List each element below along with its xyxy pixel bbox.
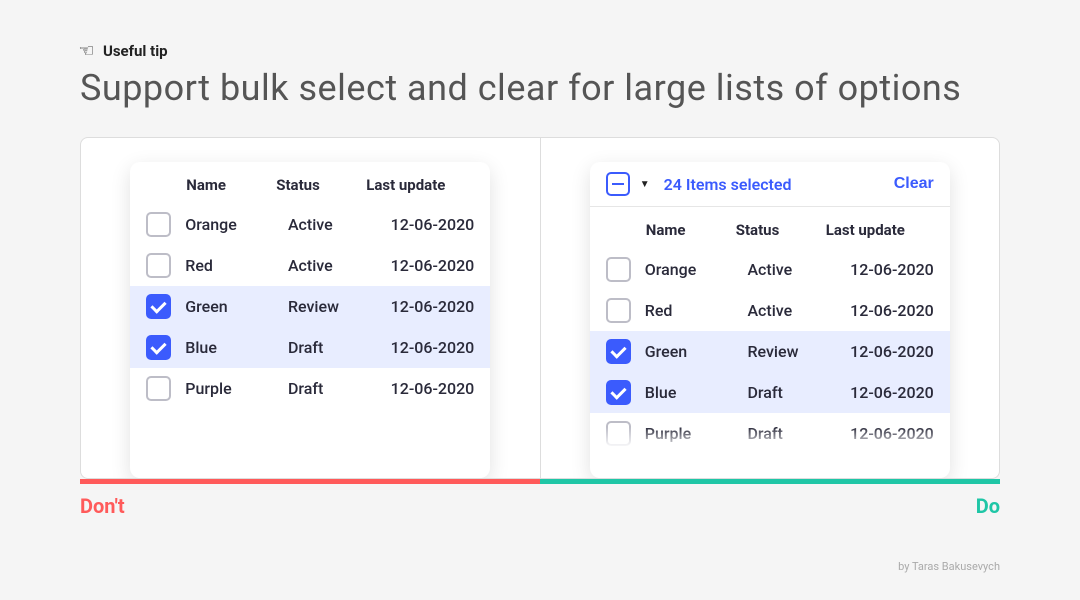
cell-name: Blue [185,338,274,357]
bulk-select-checkbox[interactable] [606,172,630,196]
row-checkbox[interactable] [146,376,171,401]
cell-name: Purple [185,379,274,398]
table-row[interactable]: Blue Draft 12-06-2020 [130,327,490,368]
col-updated: Last update [366,176,474,194]
dont-bar [80,479,540,484]
table-row[interactable]: Red Active 12-06-2020 [130,245,490,286]
cell-status: Active [747,301,836,320]
cell-updated: 12-06-2020 [850,383,934,402]
comparison-panels: Name Status Last update Orange Active 12-0… [80,137,1000,479]
cell-name: Green [645,342,734,361]
table-header: Name Status Last update [130,162,490,204]
row-checkbox[interactable] [606,421,631,446]
cell-status: Draft [747,383,836,402]
bulk-action-bar: ▼ 24 Items selected Clear [590,162,950,207]
cell-updated: 12-06-2020 [391,256,475,275]
selected-count: 24 Items selected [664,175,886,194]
col-name: Name [186,176,276,194]
cell-status: Active [747,260,836,279]
cell-updated: 12-06-2020 [391,215,475,234]
table-row[interactable]: Red Active 12-06-2020 [590,290,950,331]
tip-label: Useful tip [103,42,168,60]
cell-status: Review [288,297,377,316]
table-header: Name Status Last update [590,207,950,249]
cell-name: Green [185,297,274,316]
credit-text: by Taras Bakusevych [80,560,1000,573]
col-updated: Last update [826,221,934,239]
row-checkbox[interactable] [606,257,631,282]
cell-name: Orange [645,260,734,279]
cell-updated: 12-06-2020 [850,260,934,279]
cell-name: Orange [185,215,274,234]
row-checkbox[interactable] [606,380,631,405]
cell-status: Active [288,256,377,275]
clear-button[interactable]: Clear [894,175,934,193]
bulk-dropdown-caret-icon[interactable]: ▼ [640,179,650,190]
col-name: Name [646,221,736,239]
table-row[interactable]: Green Review 12-06-2020 [590,331,950,372]
cell-updated: 12-06-2020 [391,379,475,398]
comparison-labels: Don't Do [80,494,1000,518]
cell-updated: 12-06-2020 [850,301,934,320]
cell-name: Red [645,301,734,320]
point-hand-icon: ☟ [75,45,96,56]
table-card-do: ▼ 24 Items selected Clear Name Status La… [590,162,950,478]
table-row[interactable]: Orange Active 12-06-2020 [590,249,950,290]
page-title: Support bulk select and clear for large … [80,67,1000,109]
cell-status: Draft [747,424,836,443]
cell-name: Purple [645,424,734,443]
table-card-dont: Name Status Last update Orange Active 12-0… [130,162,490,478]
cell-status: Draft [288,338,377,357]
cell-updated: 12-06-2020 [391,297,475,316]
bottom-bars [80,479,1000,484]
row-checkbox[interactable] [146,294,171,319]
table-row[interactable]: Purple Draft 12-06-2020 [590,413,950,449]
dont-panel: Name Status Last update Orange Active 12-0… [81,138,541,478]
cell-updated: 12-06-2020 [850,424,934,443]
cell-name: Blue [645,383,734,402]
cell-status: Review [747,342,836,361]
dont-label: Don't [80,494,125,518]
col-status: Status [276,176,366,194]
table-row[interactable]: Orange Active 12-06-2020 [130,204,490,245]
tip-header: ☟ Useful tip [80,40,1000,61]
row-checkbox[interactable] [606,298,631,323]
cell-name: Red [185,256,274,275]
do-panel: ▼ 24 Items selected Clear Name Status La… [541,138,1000,478]
row-checkbox[interactable] [146,212,171,237]
table-row[interactable]: Purple Draft 12-06-2020 [130,368,490,409]
do-bar [540,479,1000,484]
cell-updated: 12-06-2020 [391,338,475,357]
row-checkbox[interactable] [146,253,171,278]
table-row[interactable]: Green Review 12-06-2020 [130,286,490,327]
cell-status: Active [288,215,377,234]
col-status: Status [736,221,826,239]
do-label: Do [976,494,1000,518]
row-checkbox[interactable] [146,335,171,360]
table-row[interactable]: Blue Draft 12-06-2020 [590,372,950,413]
row-checkbox[interactable] [606,339,631,364]
cell-status: Draft [288,379,377,398]
cell-updated: 12-06-2020 [850,342,934,361]
